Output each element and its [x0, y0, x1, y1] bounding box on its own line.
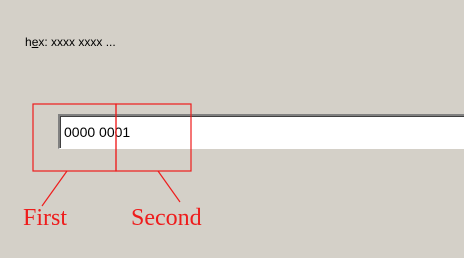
hex-label-rest: x: xxxx xxxx ...: [38, 35, 116, 49]
second-pointer-line: [157, 170, 181, 203]
hex-label-prefix: h: [25, 35, 32, 49]
first-pointer-line: [41, 170, 68, 207]
first-annotation-label: First: [23, 205, 68, 231]
second-annotation-label: Second: [131, 205, 202, 231]
hex-value-input[interactable]: [58, 114, 464, 149]
hex-field-label: hex: xxxx xxxx ...: [25, 35, 116, 49]
